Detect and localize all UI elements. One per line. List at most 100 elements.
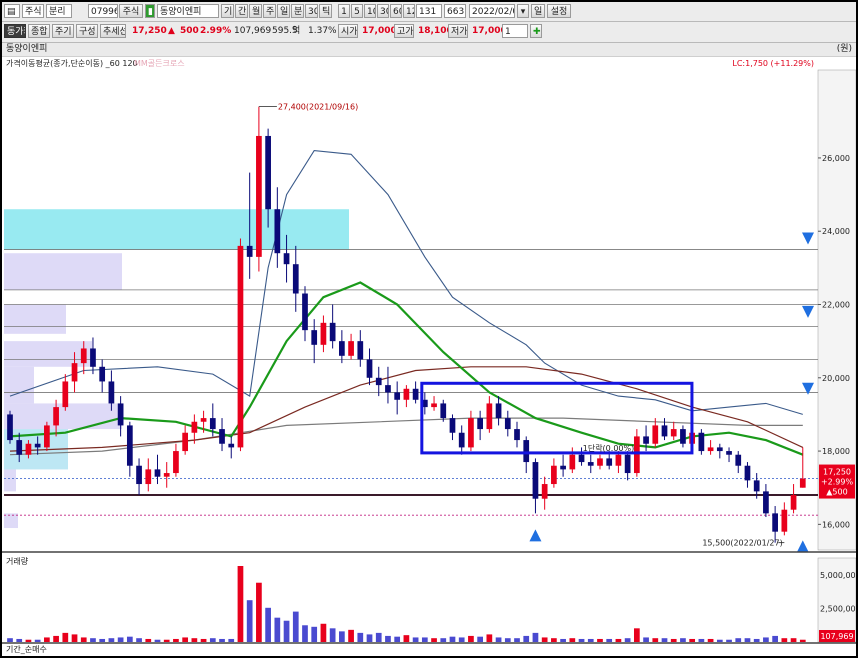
- volume-bar: [237, 566, 244, 642]
- volume-bar: [670, 638, 677, 642]
- volume-bar: [403, 635, 410, 642]
- price-axis-label: 22,000: [822, 301, 850, 310]
- volume-bar: [597, 638, 603, 642]
- volume-bar: [689, 638, 696, 642]
- volume-bar: [44, 637, 50, 642]
- candle-body: [680, 429, 686, 444]
- chart-window: ▤ 주식 분리 079960 주식 ▮ 동양이엔피 131 663 2022/0…: [0, 0, 858, 658]
- candle-body: [108, 381, 115, 404]
- candle-body: [71, 363, 78, 382]
- candle-body: [90, 348, 96, 367]
- candle-body: [532, 462, 539, 499]
- candle-body: [624, 454, 631, 474]
- candle-body: [744, 465, 751, 481]
- candle-body: [246, 245, 253, 257]
- candle-body: [486, 403, 493, 430]
- volume-bar: [624, 638, 631, 642]
- candle-body: [99, 366, 106, 382]
- candle-body: [228, 443, 235, 448]
- volume-bar: [606, 638, 613, 642]
- price-legend-faded: MM골든크로스: [134, 59, 185, 68]
- candle-body: [578, 454, 585, 463]
- volume-bar: [772, 635, 778, 642]
- candle-body: [7, 414, 13, 441]
- price-legend: 가격이동평균(종가,단순이동) _60 120: [6, 58, 138, 68]
- volume-profile-band-2: [4, 341, 92, 367]
- candle-body: [191, 421, 198, 433]
- candle-body: [412, 388, 419, 400]
- cyan-zone: [4, 209, 349, 250]
- mid-annotation: 1단락(0.00%): [583, 443, 634, 453]
- candle-body: [431, 403, 437, 408]
- volume-bar: [34, 639, 41, 642]
- volume-bar: [357, 632, 364, 642]
- candle-body: [403, 388, 410, 400]
- volume-legend: 거래량: [6, 556, 29, 566]
- candle-body: [772, 513, 778, 532]
- candle-body: [25, 443, 32, 455]
- price-axis-label: 20,000: [822, 374, 850, 383]
- volume-bar: [182, 637, 189, 642]
- candle-body: [283, 253, 290, 265]
- volume-profile-band-3: [4, 366, 34, 404]
- candle-body: [606, 458, 613, 466]
- candle-body: [302, 293, 308, 331]
- volume-axis-label: 5,000,000: [820, 571, 856, 580]
- volume-bar: [412, 637, 419, 642]
- candle-body: [182, 432, 189, 452]
- volume-bar: [265, 607, 271, 642]
- candle-body: [209, 418, 216, 430]
- price-panel-bg: [4, 70, 818, 550]
- candle-body: [117, 403, 124, 426]
- volume-bar: [726, 639, 732, 642]
- candle-body: [53, 407, 59, 426]
- volume-bar: [486, 634, 493, 642]
- volume-bar: [53, 635, 59, 642]
- volume-bar: [246, 600, 253, 642]
- candle-body: [136, 465, 142, 485]
- volume-bar: [163, 639, 170, 642]
- volume-bar: [421, 637, 428, 642]
- volume-bar: [62, 632, 69, 642]
- candle-body: [790, 495, 797, 510]
- candle-body: [237, 245, 244, 448]
- candle-body: [394, 392, 401, 400]
- candle-body: [265, 135, 271, 210]
- volume-bar: [541, 637, 548, 642]
- volume-bar: [560, 638, 566, 642]
- chart-canvas: 27,400(2021/09/16) 15,500(2022/01/27) 1단락(…: [2, 58, 856, 654]
- volume-bar: [145, 638, 152, 642]
- volume-bar: [219, 638, 225, 642]
- price-axis-label: 16,000: [822, 520, 850, 529]
- price-axis-label: 18,000: [822, 447, 850, 456]
- volume-bar: [652, 638, 659, 642]
- candle-body: [753, 480, 760, 492]
- volume-bar: [763, 637, 769, 642]
- volume-axis-label: 2,500,000: [820, 605, 856, 614]
- volume-bar: [587, 638, 594, 642]
- lc-label: LC:1,750 (+11.29%): [732, 59, 814, 68]
- candle-body: [643, 436, 649, 444]
- volume-bar: [173, 638, 179, 642]
- volume-bar: [440, 638, 447, 642]
- candle-body: [126, 425, 133, 466]
- volume-bar: [394, 636, 401, 642]
- candle-body: [735, 454, 742, 466]
- volume-bar: [680, 638, 686, 642]
- candle-body: [154, 469, 161, 477]
- candle-body: [339, 341, 345, 356]
- candle-body: [569, 454, 576, 470]
- volume-bar: [16, 638, 23, 642]
- candle-body: [551, 465, 557, 485]
- volume-bar: [302, 625, 308, 642]
- candle-body: [726, 451, 732, 455]
- candle-body: [375, 377, 382, 386]
- candle-body: [587, 462, 594, 466]
- candle-body: [163, 473, 170, 477]
- volume-bar: [698, 638, 705, 642]
- volume-bar: [228, 638, 235, 642]
- candle-body: [597, 458, 603, 466]
- volume-bar: [477, 636, 483, 642]
- volume-bar: [7, 638, 13, 642]
- volume-bar: [311, 626, 318, 642]
